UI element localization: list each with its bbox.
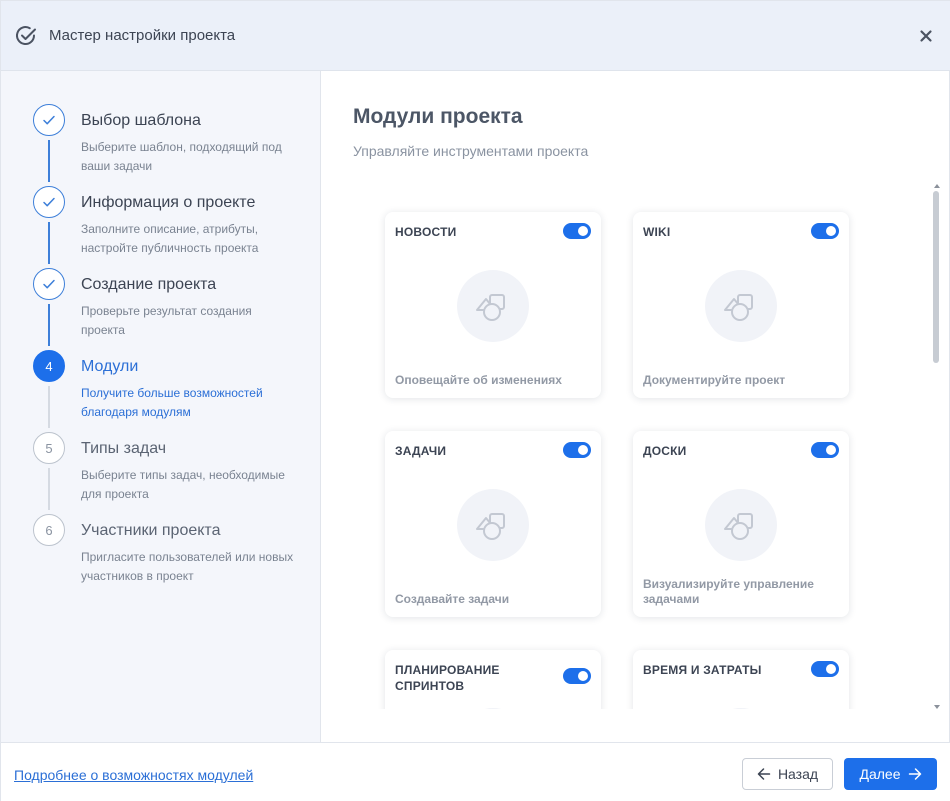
back-button-label: Назад bbox=[777, 766, 819, 782]
step-title: Выбор шаблона bbox=[81, 112, 201, 129]
module-illustration bbox=[705, 489, 777, 561]
step-project-creation[interactable]: Создание проекта Проверьте результат соз… bbox=[1, 268, 321, 350]
module-toggle[interactable] bbox=[563, 442, 591, 458]
module-card-news[interactable]: НОВОСТИ Оповещайте об изменениях bbox=[385, 212, 601, 398]
steps-sidebar: Выбор шаблона Выберите шаблон, подходящи… bbox=[1, 71, 321, 742]
wizard-header: Мастер настройки проекта bbox=[1, 1, 950, 71]
arrow-right-icon bbox=[908, 768, 921, 780]
step-connector bbox=[48, 222, 50, 264]
module-illustration bbox=[457, 489, 529, 561]
module-card-wiki[interactable]: WIKI Документируйте проект bbox=[633, 212, 849, 398]
module-title: WIKI bbox=[643, 225, 671, 239]
module-description: Визуализируйте управление задачами bbox=[643, 577, 814, 606]
step-modules[interactable]: 4 Модули Получите больше возможностей бл… bbox=[1, 350, 321, 432]
module-title: ВРЕМЯ И ЗАТРАТЫ bbox=[643, 663, 762, 677]
checkmark-icon bbox=[43, 115, 55, 125]
wizard-window: Мастер настройки проекта Выбор шаблона В… bbox=[0, 0, 950, 801]
module-illustration bbox=[457, 270, 529, 342]
check-circle-icon bbox=[16, 26, 36, 46]
step-project-info[interactable]: Информация о проекте Заполните описание,… bbox=[1, 186, 321, 268]
step-title: Типы задач bbox=[81, 440, 167, 457]
module-toggle[interactable] bbox=[811, 223, 839, 239]
checkmark-icon bbox=[43, 279, 55, 289]
shapes-icon bbox=[724, 513, 753, 540]
scrollbar-thumb[interactable] bbox=[933, 191, 939, 363]
close-icon[interactable] bbox=[915, 25, 937, 47]
shapes-icon bbox=[476, 294, 505, 321]
modules-scrollbar[interactable] bbox=[931, 184, 943, 709]
main-panel: Модули проекта Управляйте инструментами … bbox=[321, 71, 949, 742]
module-card-time-costs[interactable]: ВРЕМЯ И ЗАТРАТЫ bbox=[633, 650, 849, 709]
module-description: Документируйте проект bbox=[643, 373, 786, 387]
module-illustration bbox=[705, 708, 777, 709]
module-title: ЗАДАЧИ bbox=[395, 444, 447, 458]
module-toggle[interactable] bbox=[811, 442, 839, 458]
step-number: 6 bbox=[33, 514, 65, 546]
modules-grid[interactable]: НОВОСТИ Оповещайте об изменениях WIKI До… bbox=[321, 189, 931, 709]
checkmark-icon bbox=[43, 197, 55, 207]
scroll-up-arrow[interactable] bbox=[934, 184, 940, 188]
arrow-left-icon bbox=[757, 768, 771, 780]
module-card-sprint-planning[interactable]: ПЛАНИРОВАНИЕ СПРИНТОВ bbox=[385, 650, 601, 709]
next-button[interactable]: Далее bbox=[844, 758, 937, 790]
step-connector bbox=[48, 468, 50, 510]
step-number: 4 bbox=[33, 350, 65, 382]
step-title: Участники проекта bbox=[81, 522, 221, 539]
step-done-indicator bbox=[33, 104, 65, 136]
step-description: Получите больше возможностей благодаря м… bbox=[81, 386, 263, 419]
step-task-types[interactable]: 5 Типы задач Выберите типы задач, необхо… bbox=[1, 432, 321, 514]
shapes-icon bbox=[724, 294, 753, 321]
step-done-indicator bbox=[33, 268, 65, 300]
wizard-title: Мастер настройки проекта bbox=[49, 27, 236, 44]
page-subtitle: Управляйте инструментами проекта bbox=[353, 143, 589, 159]
step-title: Модули bbox=[81, 358, 139, 375]
module-illustration bbox=[705, 270, 777, 342]
step-description: Заполните описание, атрибуты, настройте … bbox=[81, 222, 259, 255]
step-connector bbox=[48, 140, 50, 182]
step-number: 5 bbox=[33, 432, 65, 464]
wizard-footer: Подробнее о возможностях модулей Назад Д… bbox=[1, 742, 950, 801]
module-description: Оповещайте об изменениях bbox=[395, 373, 562, 387]
scroll-down-arrow[interactable] bbox=[934, 705, 940, 709]
next-button-label: Далее bbox=[859, 766, 901, 782]
step-connector bbox=[48, 304, 50, 346]
module-toggle[interactable] bbox=[811, 661, 839, 677]
step-title: Создание проекта bbox=[81, 276, 217, 293]
module-title: НОВОСТИ bbox=[395, 225, 457, 239]
step-template[interactable]: Выбор шаблона Выберите шаблон, подходящи… bbox=[1, 104, 321, 186]
module-title: ПЛАНИРОВАНИЕ СПРИНТОВ bbox=[395, 663, 500, 693]
step-connector bbox=[48, 386, 50, 428]
shapes-icon bbox=[476, 513, 505, 540]
module-card-tasks[interactable]: ЗАДАЧИ Создавайте задачи bbox=[385, 431, 601, 617]
step-done-indicator bbox=[33, 186, 65, 218]
module-description: Создавайте задачи bbox=[395, 592, 510, 606]
module-toggle[interactable] bbox=[563, 668, 591, 684]
module-toggle[interactable] bbox=[563, 223, 591, 239]
module-illustration bbox=[457, 708, 529, 709]
step-description: Проверьте результат создания проекта bbox=[81, 304, 252, 337]
step-title: Информация о проекте bbox=[81, 194, 256, 211]
step-description: Выберите типы задач, необходимые для про… bbox=[81, 468, 285, 501]
module-title: ДОСКИ bbox=[643, 444, 687, 458]
step-description: Выберите шаблон, подходящий под ваши зад… bbox=[81, 140, 282, 173]
page-title: Модули проекта bbox=[353, 105, 523, 128]
step-members[interactable]: 6 Участники проекта Пригласите пользоват… bbox=[1, 514, 321, 596]
module-card-boards[interactable]: ДОСКИ Визуализируйте управление задачами bbox=[633, 431, 849, 617]
back-button[interactable]: Назад bbox=[742, 758, 833, 790]
modules-info-link[interactable]: Подробнее о возможностях модулей bbox=[14, 767, 253, 783]
step-description: Пригласите пользователей или новых участ… bbox=[81, 550, 294, 583]
